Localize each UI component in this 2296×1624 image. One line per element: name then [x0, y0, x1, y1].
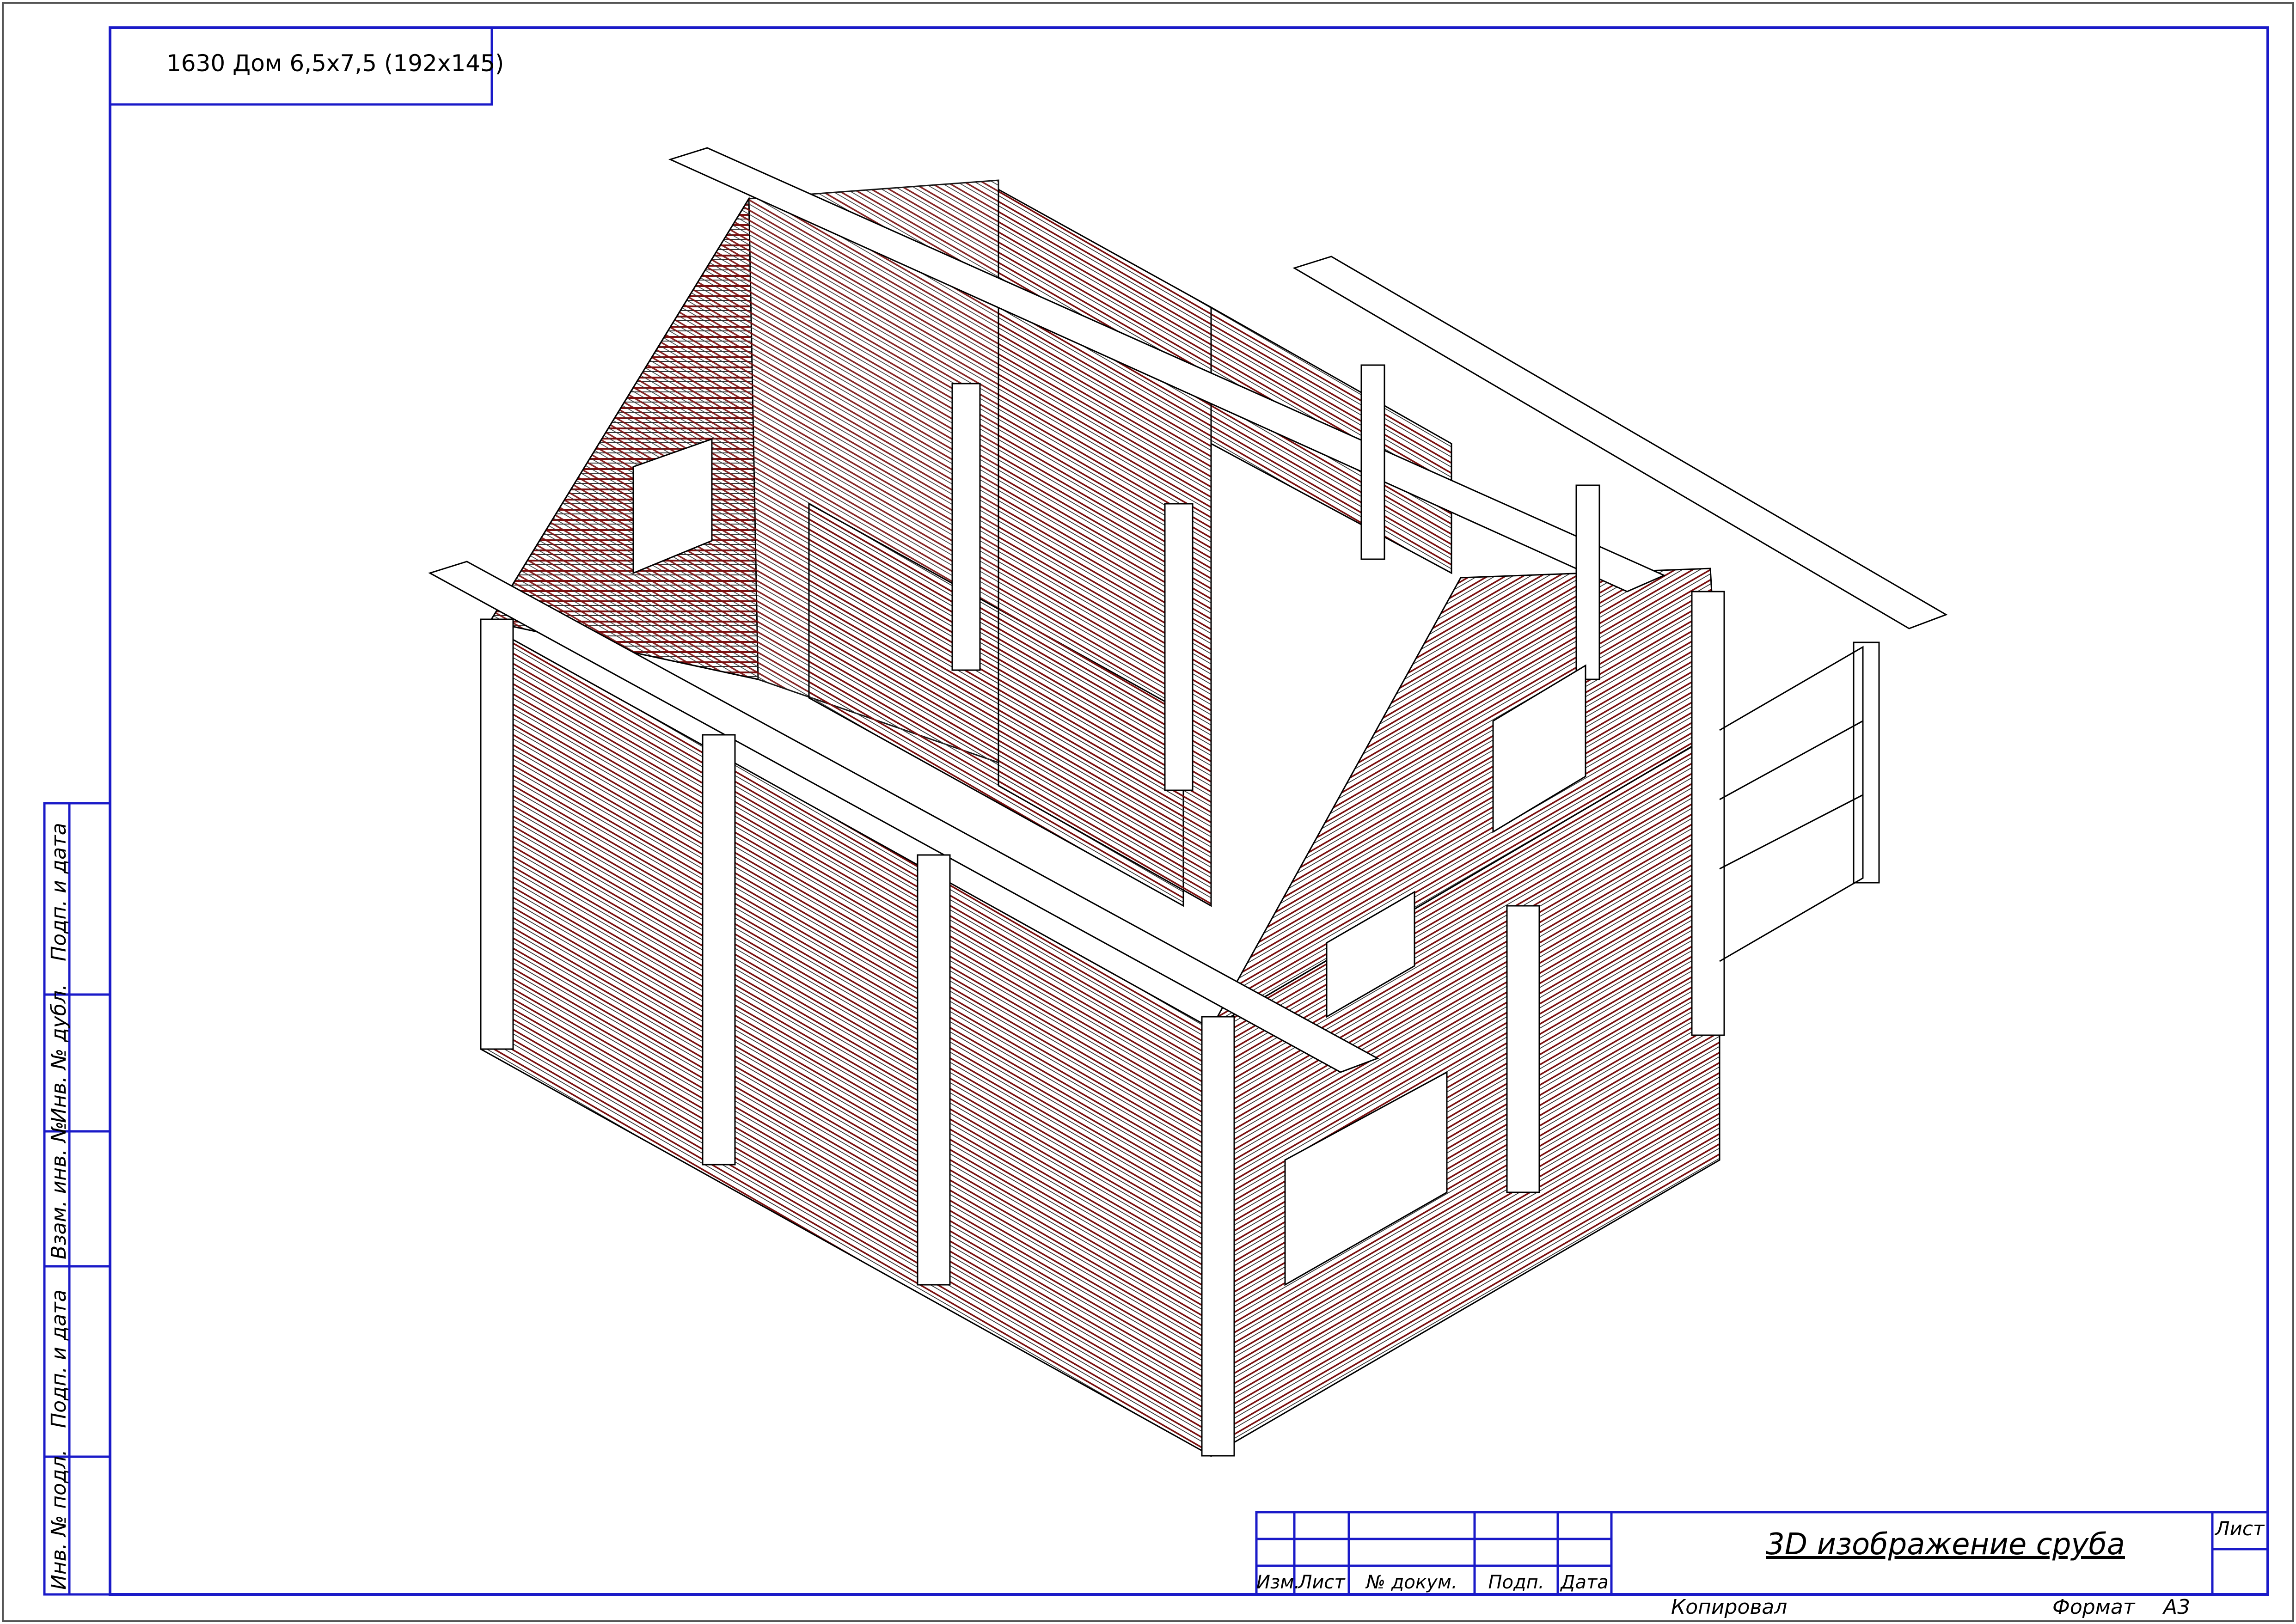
- corner-post-3: [917, 854, 951, 1286]
- post-3: [1360, 364, 1385, 560]
- corner-post-5: [1506, 905, 1540, 1193]
- document-title: 3D изображение сруба: [1766, 1527, 2125, 1562]
- sheet-label: Лист: [2215, 1517, 2265, 1540]
- corner-post-4: [1201, 1016, 1235, 1457]
- log-house-drawing: [428, 147, 1948, 1457]
- side-stamp-label-1: Подп. и дата: [47, 823, 71, 961]
- project-title: 1630 Дом 6,5х7,5 (192х145): [166, 50, 504, 77]
- corner-post-6: [1691, 591, 1725, 1036]
- side-stamp-label-4: Подп. и дата: [47, 1289, 71, 1428]
- corner-post-1: [480, 618, 514, 1050]
- header-signature: Подп.: [1488, 1572, 1544, 1593]
- post-5: [1853, 641, 1880, 884]
- format-label: Формат: [2052, 1595, 2135, 1619]
- header-doc-number: № докум.: [1366, 1572, 1457, 1593]
- post-1: [951, 383, 981, 671]
- header-sheet: Лист: [1298, 1572, 1345, 1593]
- side-stamp-label-5: Инв. № подл.: [47, 1449, 71, 1590]
- format-value: А3: [2163, 1595, 2191, 1619]
- header-change: Изм.: [1256, 1572, 1300, 1593]
- header-date: Дата: [1561, 1572, 1609, 1593]
- corner-post-2: [702, 734, 736, 1166]
- post-2: [1164, 503, 1194, 791]
- side-stamp-label-3: Взам. инв. №: [47, 1121, 71, 1259]
- side-stamp-label-2: Инв. № дубл.: [47, 983, 71, 1123]
- drawing-sheet: [2, 2, 2294, 1622]
- copied-label: Копировал: [1671, 1595, 1788, 1619]
- terrace-frame: [1719, 646, 1864, 962]
- post-4: [1575, 484, 1600, 680]
